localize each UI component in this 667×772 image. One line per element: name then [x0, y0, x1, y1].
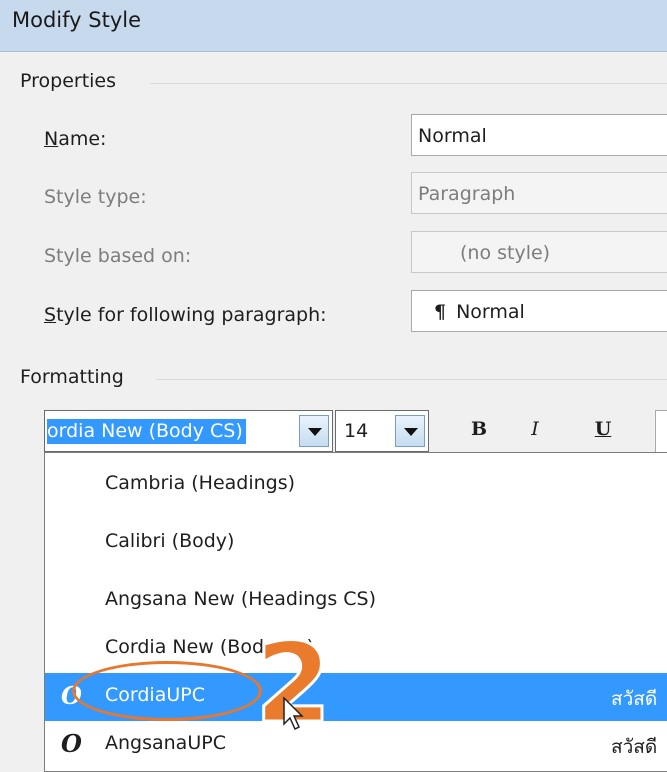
font-option-sample: สวัสดี	[611, 736, 658, 758]
italic-button[interactable]: I	[520, 418, 550, 448]
formatting-divider	[156, 379, 667, 380]
font-dropdown-button[interactable]	[299, 415, 329, 447]
font-option-name: Angsana New (Headings CS)	[105, 588, 377, 610]
font-combobox-value: ordia New (Body CS)	[47, 419, 246, 444]
properties-divider	[150, 83, 667, 84]
font-option-name: Calibri (Body)	[105, 530, 235, 552]
font-size-dropdown-button[interactable]	[395, 415, 425, 447]
following-paragraph-label-rest: tyle for following paragraph:	[56, 304, 327, 326]
style-based-on-select[interactable]: (no style)	[411, 231, 667, 273]
bold-button[interactable]: B	[464, 418, 494, 448]
style-type-label: Style type:	[44, 186, 147, 208]
font-option[interactable]: O AngsanaUPC สวัสดี	[45, 721, 667, 769]
dialog-title: Modify Style	[12, 8, 142, 32]
mouse-pointer-icon	[283, 696, 304, 731]
properties-section-label: Properties	[20, 70, 117, 92]
formatting-section-label: Formatting	[20, 366, 124, 388]
following-paragraph-label: Style for following paragraph:	[44, 304, 327, 326]
highlight-ellipse	[72, 661, 262, 721]
style-type-select[interactable]: Paragraph	[411, 172, 667, 214]
font-size-value: 14	[344, 420, 369, 442]
following-paragraph-value: Normal	[456, 301, 525, 323]
style-based-on-label: Style based on:	[44, 245, 192, 267]
underline-button[interactable]: U	[588, 418, 618, 448]
following-paragraph-select[interactable]: ¶ Normal	[411, 290, 667, 332]
name-label: Name:	[44, 128, 107, 150]
font-option-name: AngsanaUPC	[105, 732, 226, 754]
font-option-name: Cambria (Headings)	[105, 472, 296, 494]
font-size-combobox[interactable]: 14	[335, 410, 429, 452]
toolbar-next-control[interactable]	[655, 410, 667, 454]
font-option[interactable]: Calibri (Body)	[45, 519, 667, 567]
font-option-sample: สวัสดี	[611, 688, 658, 710]
opentype-font-icon: O	[61, 729, 82, 758]
font-option[interactable]: Angsana New (Headings CS)	[45, 577, 667, 625]
paragraph-mark-icon: ¶	[434, 301, 447, 323]
dialog-titlebar: Modify Style	[0, 0, 667, 52]
font-combobox[interactable]: ordia New (Body CS)	[44, 410, 333, 452]
name-field[interactable]: Normal	[411, 114, 667, 156]
font-dropdown-list[interactable]: Cambria (Headings) Calibri (Body) Angsan…	[44, 452, 667, 772]
font-option[interactable]: Cambria (Headings)	[45, 461, 667, 509]
